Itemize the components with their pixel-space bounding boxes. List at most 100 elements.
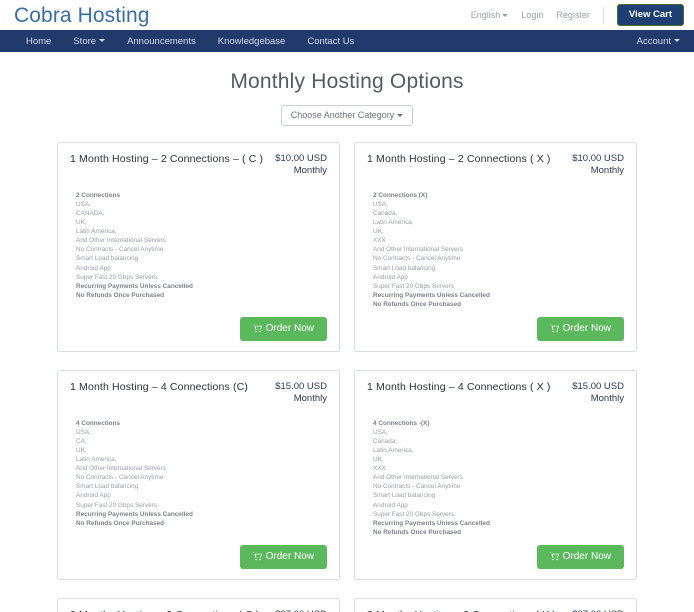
product-feature-item: XXX — [373, 465, 386, 473]
product-card-header: 1 Month Hosting – 4 Connections ( X ) $15… — [367, 381, 624, 405]
product-price: $15.00 USD Monthly — [572, 381, 624, 405]
shopping-cart-icon — [549, 552, 559, 561]
product-feature-list: 4 Connections -(X) USA, Canada, Latin Ameri… — [373, 419, 624, 537]
product-feature-item: Latin America, — [76, 456, 117, 464]
product-feature-item: No Contracts - Cancel Anytime — [76, 474, 164, 482]
product-card: 1 Month Hosting – 4 Connections (C) $15.0… — [57, 369, 340, 580]
product-feature-list: 2 Connections (X) USA, Canada, Latin Americ… — [373, 191, 624, 309]
nav-item-announcements[interactable]: Announcements — [127, 36, 196, 47]
product-card-header: 1 Month Hosting – 2 Connections – ( C ) $… — [70, 153, 327, 177]
product-feature-item: CANADA, — [76, 209, 105, 217]
product-feature-item: Recurring Payments Unless Cancelled — [373, 291, 490, 299]
product-grid: 1 Month Hosting – 2 Connections – ( C ) $… — [57, 142, 637, 612]
product-feature-item: No Refunds Once Purchased — [76, 519, 165, 527]
top-bar: Cobra Hosting English Login Register Vie… — [0, 0, 694, 30]
product-card-header: 1 Month Hosting – 2 Connections ( X ) $10… — [367, 153, 624, 177]
product-feature-item: UK, — [76, 219, 87, 227]
product-feature-item: USA, — [373, 428, 388, 436]
divider — [602, 6, 604, 24]
product-feature-item: 2 Connections — [76, 191, 121, 199]
product-card-footer: Order Now — [70, 537, 327, 569]
shopping-cart-icon — [549, 324, 559, 333]
shopping-cart-icon — [252, 324, 262, 333]
product-card: 1 Month Hosting – 2 Connections ( X ) $10… — [354, 142, 637, 352]
order-now-label: Order Now — [265, 550, 314, 562]
product-billing-cycle: Monthly — [293, 392, 327, 404]
product-feature-item: Canada, — [373, 437, 398, 445]
product-card: 3 Months Hosting – 2 Connections ( X )$2… — [354, 597, 637, 612]
product-card: 1 Month Hosting – 2 Connections – ( C ) $… — [57, 142, 340, 352]
product-card-footer: Order Now — [367, 309, 624, 341]
product-feature-item: Smart Load balancing — [373, 264, 436, 272]
product-feature-item: Super Fast 20 Gbps Servers — [373, 282, 454, 290]
product-price-amount: $15.00 USD — [572, 380, 624, 392]
product-feature-item: Super Fast 20 Gbps Servers — [76, 273, 157, 281]
order-now-button[interactable]: Order Now — [239, 544, 327, 569]
chevron-down-icon — [674, 39, 680, 43]
product-feature-item: Smart Load balancing — [76, 255, 139, 263]
chevron-down-icon — [99, 39, 106, 43]
shopping-cart-icon — [252, 552, 262, 561]
nav-item-store[interactable]: Store — [73, 35, 106, 47]
product-price: $15.00 USD Monthly — [275, 381, 327, 405]
product-feature-item: No Refunds Once Purchased — [373, 300, 462, 308]
product-feature-item: Latin America, — [373, 447, 414, 454]
product-feature-item: UK, — [373, 228, 384, 236]
nav-item-home[interactable]: Home — [26, 36, 51, 47]
order-now-button[interactable]: Order Now — [239, 316, 327, 341]
top-bar-right: English Login Register View Cart — [471, 4, 684, 26]
nav-item-account-label: Account — [636, 35, 671, 47]
product-feature-item: Smart Load balancing — [76, 483, 139, 491]
nav-item-contact-us[interactable]: Contact Us — [307, 36, 354, 47]
product-card: 3 Months Hosting – 2 Connections ( C )$2… — [57, 597, 340, 612]
product-card: 1 Month Hosting – 4 Connections ( X ) $15… — [354, 369, 637, 580]
product-feature-item: Android App — [373, 501, 408, 509]
nav-item-account[interactable]: Account — [637, 36, 680, 47]
product-feature-item: 4 Connections — [76, 419, 121, 427]
register-link[interactable]: Register — [556, 10, 590, 20]
product-feature-item: No Contracts - Cancel Anytime — [373, 483, 461, 491]
product-feature-item: USA, — [373, 200, 388, 208]
product-feature-list: 2 Connections USA, CANADA, UK, Latin America… — [76, 191, 327, 300]
product-feature-item: XXX — [373, 237, 386, 245]
product-feature-item: And Other International Servers — [76, 465, 166, 473]
view-cart-button[interactable]: View Cart — [616, 4, 684, 26]
product-billing-cycle: Monthly — [590, 164, 624, 176]
product-feature-item: And Other International Servers — [373, 246, 463, 254]
product-billing-cycle: Monthly — [590, 392, 624, 404]
product-feature-item: No Refunds Once Purchased — [76, 291, 165, 299]
product-feature-item: USA, — [76, 200, 91, 208]
order-now-button[interactable]: Order Now — [536, 544, 624, 569]
product-card-footer: Order Now — [367, 537, 624, 569]
site-logo[interactable]: Cobra Hosting — [14, 5, 150, 26]
order-now-label: Order Now — [265, 322, 314, 334]
product-price-amount: $10.00 USD — [572, 153, 624, 164]
product-feature-item: Canada, — [373, 209, 398, 217]
product-feature-item: Super Fast 20 Gbps Servers — [373, 510, 454, 518]
product-title: 1 Month Hosting – 2 Connections – ( C ) — [70, 153, 264, 165]
order-now-button[interactable]: Order Now — [536, 316, 624, 341]
choose-category-button[interactable]: Choose Another Category — [280, 105, 414, 126]
product-feature-item: No Contracts - Cancel Anytime — [373, 255, 461, 263]
product-feature-item: CA, — [76, 437, 87, 445]
login-link[interactable]: Login — [521, 10, 543, 20]
product-price: $10.00 USD Monthly — [572, 153, 624, 177]
product-title: 1 Month Hosting – 4 Connections ( X ) — [367, 380, 551, 393]
product-title: 1 Month Hosting – 2 Connections ( X ) — [367, 153, 551, 165]
order-now-label: Order Now — [562, 322, 611, 334]
product-feature-item: Recurring Payments Unless Cancelled — [76, 510, 193, 518]
order-now-label: Order Now — [562, 550, 611, 562]
language-selector[interactable]: English — [471, 10, 509, 20]
product-feature-item: Super Fast 20 Gbps Servers — [76, 501, 157, 509]
product-feature-item: Android App — [76, 264, 111, 272]
chevron-down-icon — [502, 14, 509, 18]
page-header: Monthly Hosting Options Choose Another C… — [0, 52, 694, 126]
product-title: 1 Month Hosting – 4 Connections (C) — [70, 380, 249, 393]
nav-item-store-label: Store — [73, 35, 97, 47]
product-feature-item: No Refunds Once Purchased — [373, 528, 462, 536]
product-feature-item: Android App — [76, 492, 111, 500]
product-feature-item: And Other International Servers — [373, 474, 463, 482]
product-feature-item: Android App — [373, 273, 408, 281]
nav-item-knowledgebase[interactable]: Knowledgebase — [218, 36, 286, 47]
product-billing-cycle: Monthly — [293, 164, 327, 176]
